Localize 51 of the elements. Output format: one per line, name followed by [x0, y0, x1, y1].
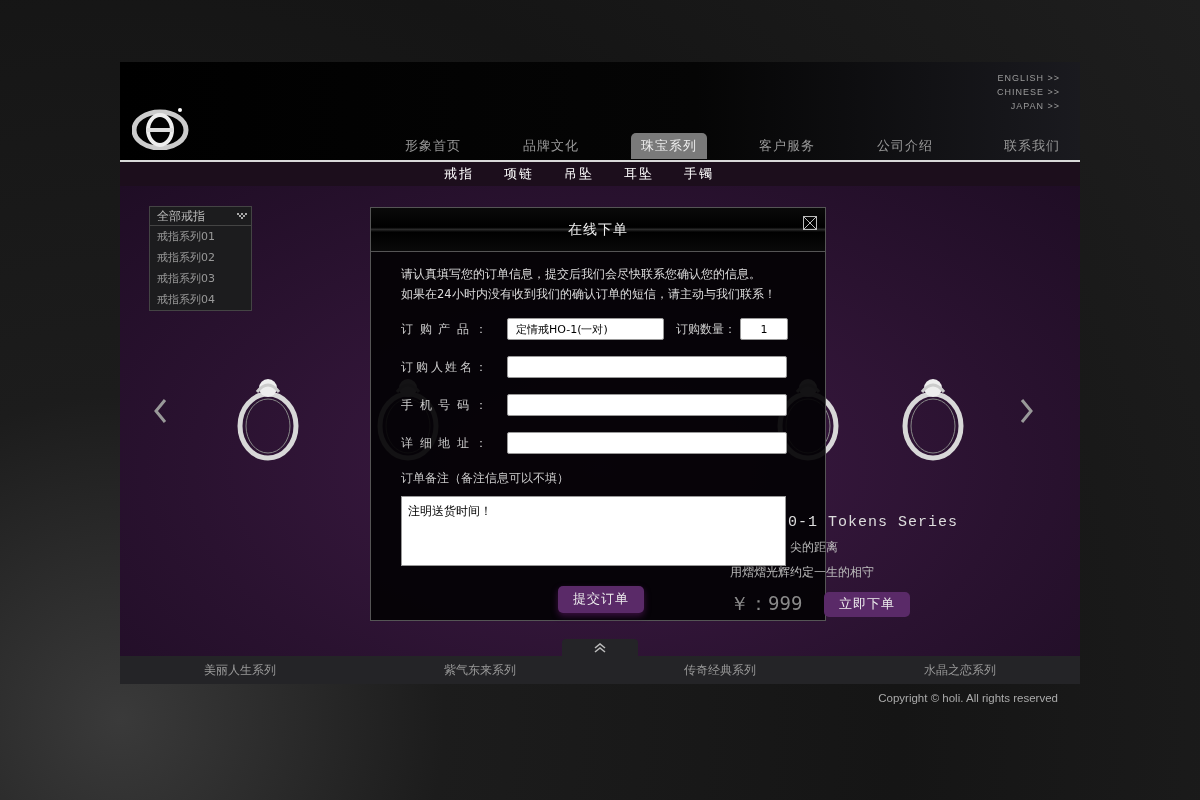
subnav-link[interactable]: 耳坠 — [624, 165, 654, 183]
note-field[interactable]: 注明送货时间！ — [401, 496, 786, 566]
series-link[interactable]: 传奇经典系列 — [600, 656, 840, 684]
category-item[interactable]: 戒指系列04 — [150, 289, 251, 310]
instruction-text: 请认真填写您的订单信息，提交后我们会尽快联系您确认您的信息。 — [401, 266, 762, 283]
field-label: 订购产品： — [401, 320, 487, 338]
caret-icon — [237, 213, 247, 219]
category-item[interactable]: 戒指系列02 — [150, 247, 251, 268]
product-price: ￥：999 — [730, 591, 803, 616]
chevron-left-icon[interactable] — [153, 398, 167, 424]
series-link[interactable]: 水晶之恋系列 — [840, 656, 1080, 684]
nav-tab[interactable]: 联系我们 — [964, 133, 1080, 159]
order-now-button[interactable]: 立即下单 — [824, 591, 911, 617]
field-label: 手机号码： — [401, 396, 487, 414]
series-link[interactable]: 紫气东来系列 — [360, 656, 600, 684]
category-item[interactable]: 戒指系列03 — [150, 268, 251, 289]
scroll-up-tab[interactable] — [562, 639, 638, 657]
product-title: 0-1 Tokens Series — [788, 514, 959, 531]
input-field[interactable]: 定情戒HO-1(一对) — [507, 318, 664, 340]
copyright-text: Copyright © holi. All rights reserved — [878, 692, 1058, 704]
language-link[interactable]: JAPAN >> — [1010, 100, 1060, 113]
input-field[interactable] — [507, 394, 787, 416]
input-field[interactable]: 1 — [740, 318, 788, 340]
instruction-text: 如果在24小时内没有收到我们的确认订单的短信，请主动与我们联系！ — [401, 286, 777, 303]
submit-order-button[interactable]: 提交订单 — [558, 586, 644, 613]
field-label: 详细地址： — [401, 434, 487, 452]
nav-tab[interactable]: 品牌文化 — [492, 133, 610, 159]
field-label: 订购数量： — [676, 321, 736, 337]
nav-tab[interactable]: 形象首页 — [374, 133, 492, 159]
nav-tab[interactable]: 珠宝系列 — [631, 133, 707, 159]
subnav-link[interactable]: 吊坠 — [564, 165, 594, 183]
chevron-right-icon[interactable] — [1020, 398, 1034, 424]
input-field[interactable] — [507, 356, 787, 378]
double-chevron-up-icon — [594, 643, 606, 653]
product-tagline: 尖的距离 — [790, 539, 838, 556]
category-item[interactable]: 戒指系列01 — [150, 226, 251, 247]
dialog-title: 在线下单 — [568, 220, 628, 239]
field-label: 订购人姓名： — [401, 358, 487, 376]
subnav-link[interactable]: 项链 — [504, 165, 534, 183]
nav-tab[interactable]: 客户服务 — [728, 133, 846, 159]
field-label: 订单备注（备注信息可以不填） — [401, 471, 570, 486]
close-icon[interactable] — [803, 216, 817, 230]
input-field[interactable] — [507, 432, 787, 454]
subnav-link[interactable]: 手镯 — [684, 165, 714, 183]
language-link[interactable]: CHINESE >> — [996, 86, 1060, 99]
category-title[interactable]: 全部戒指 — [157, 208, 205, 224]
series-link[interactable]: 美丽人生系列 — [120, 656, 360, 684]
subnav-link[interactable]: 戒指 — [444, 165, 474, 183]
product-tagline: 用熠熠光辉约定一生的相守 — [730, 564, 874, 581]
nav-tab[interactable]: 公司介绍 — [846, 133, 964, 159]
language-link[interactable]: ENGLISH >> — [997, 72, 1060, 85]
